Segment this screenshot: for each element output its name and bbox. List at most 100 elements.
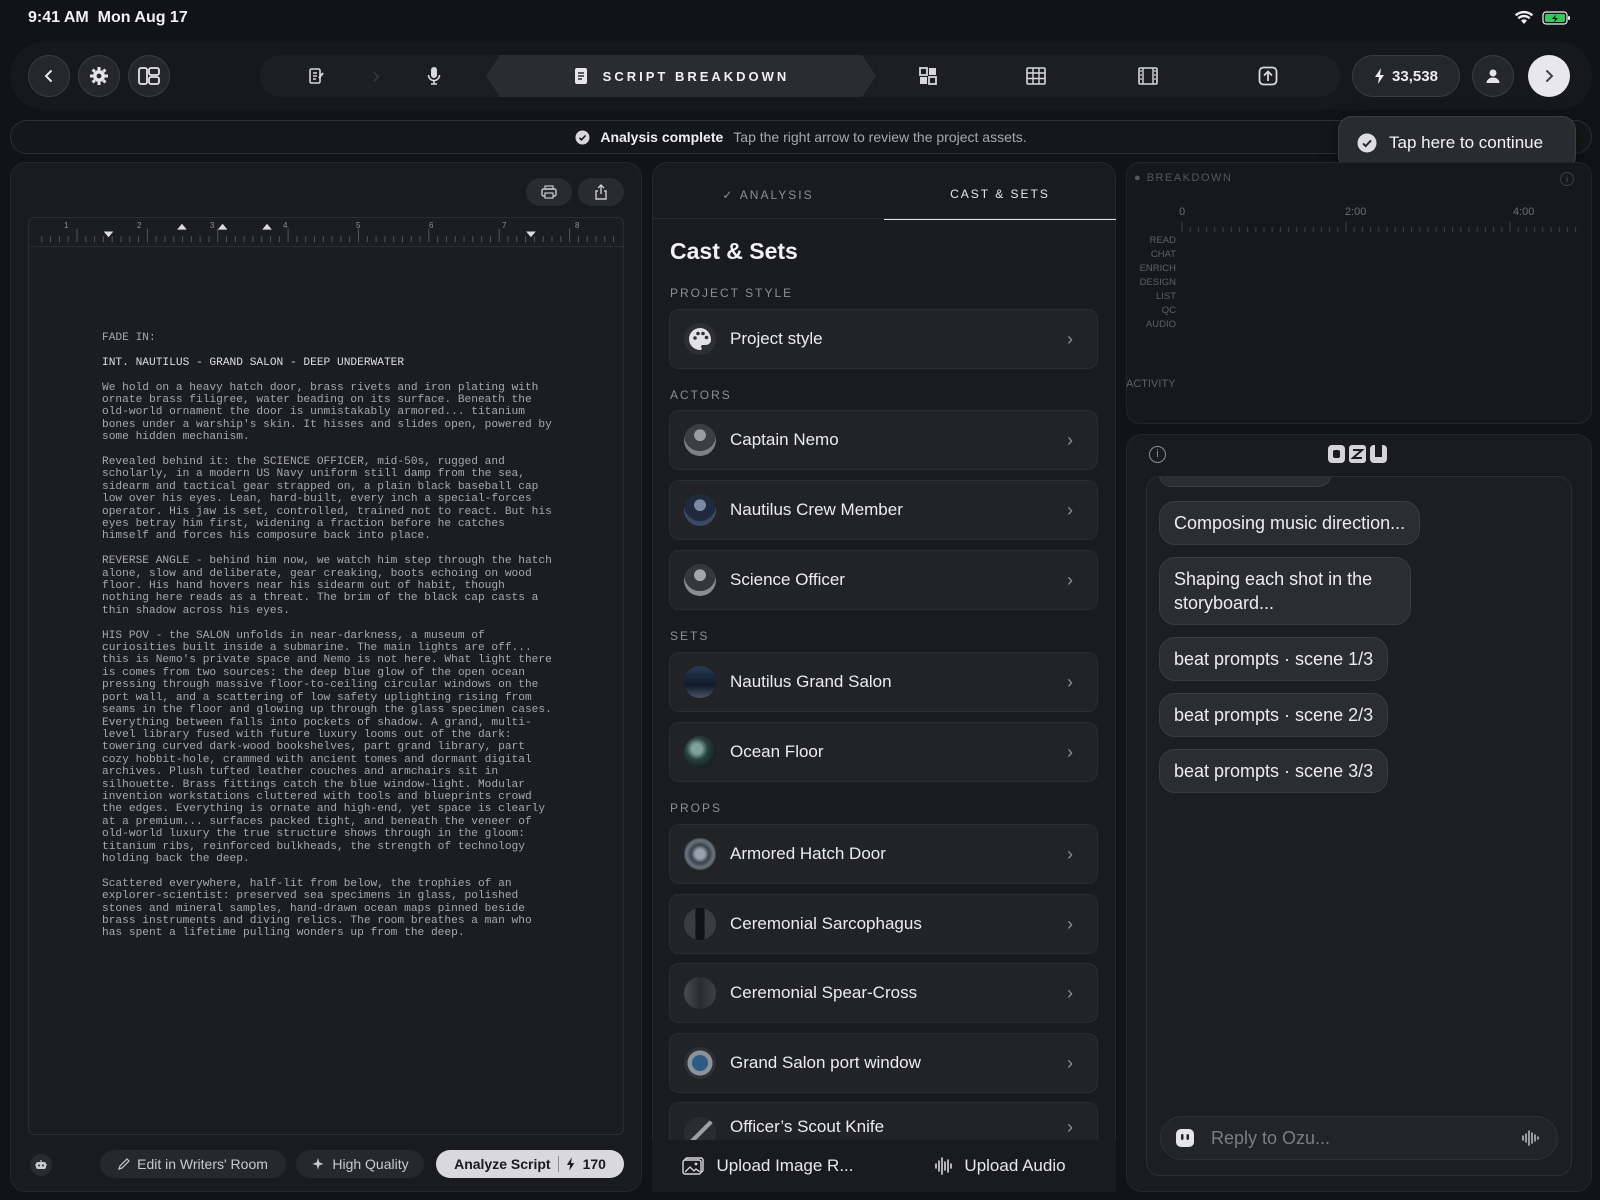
notice-title: Analysis complete xyxy=(600,129,724,145)
list-item-actor[interactable]: Nautilus Crew Member › xyxy=(669,480,1098,540)
track-label: AUDIO xyxy=(1145,319,1176,330)
list-item-set[interactable]: Nautilus Grand Salon › xyxy=(669,652,1098,712)
upload-audio-button[interactable]: Upload Audio xyxy=(884,1156,1116,1176)
credits-badge[interactable]: 33,538 xyxy=(1352,55,1460,97)
notice-message: Tap the right arrow to review the projec… xyxy=(733,129,1027,145)
status-icons xyxy=(1514,10,1572,26)
tab-divider xyxy=(652,218,1116,219)
analyze-cost: 170 xyxy=(582,1156,606,1172)
chevron-right-icon: › xyxy=(1067,328,1073,349)
info-icon[interactable]: i xyxy=(1149,446,1166,463)
list-item-prop[interactable]: Officer’s Scout Knife › xyxy=(669,1102,1098,1142)
profile-button[interactable] xyxy=(1472,55,1514,97)
chat-message: beat prompts · scene 3/3 xyxy=(1159,749,1389,793)
continue-button[interactable] xyxy=(1528,55,1570,97)
check-circle-icon xyxy=(1357,133,1377,153)
assistant-mascot-button[interactable] xyxy=(30,1154,52,1176)
timeline-tick: 0 xyxy=(1179,206,1186,218)
table-icon xyxy=(1026,67,1046,85)
reply-input[interactable]: Reply to Ozu... xyxy=(1160,1116,1558,1160)
lightning-icon xyxy=(566,1157,574,1171)
row-label: Project style xyxy=(730,329,823,348)
analyze-script-button[interactable]: Analyze Script 170 xyxy=(436,1150,624,1178)
reply-placeholder: Reply to Ozu... xyxy=(1211,1127,1331,1148)
pipeline-nav: › SCRIPT BREAKDOWN xyxy=(260,55,1340,97)
stage-script-breakdown[interactable]: SCRIPT BREAKDOWN xyxy=(486,55,876,97)
film-icon xyxy=(1138,67,1158,85)
printer-icon xyxy=(541,185,557,199)
battery-icon xyxy=(1542,11,1570,25)
script-action: REVERSE ANGLE - behind him now, we watch… xyxy=(102,555,552,617)
quality-label: High Quality xyxy=(332,1156,409,1172)
actor-avatar xyxy=(684,494,716,526)
section-actors: ACTORS xyxy=(670,388,732,402)
upload-image-button[interactable]: Upload Image R... xyxy=(652,1156,884,1176)
microphone-icon xyxy=(427,67,441,85)
list-item-prop[interactable]: Armored Hatch Door › xyxy=(669,824,1098,884)
actor-avatar xyxy=(684,564,716,596)
script-action: Scattered everywhere, half-lit from belo… xyxy=(102,877,532,940)
section-props: PROPS xyxy=(670,801,723,815)
chat-thread[interactable]: Composing music direction... Shaping eac… xyxy=(1146,476,1572,1176)
user-icon xyxy=(1486,69,1500,83)
set-thumbnail xyxy=(684,736,716,768)
grid-assets-icon xyxy=(919,67,937,85)
check-icon: ✓ xyxy=(722,188,740,202)
edit-writers-room-button[interactable]: Edit in Writers' Room xyxy=(100,1150,286,1178)
ruler-number: 4 xyxy=(283,221,288,230)
list-item-prop[interactable]: Ceremonial Spear-Cross › xyxy=(669,963,1098,1023)
list-item-actor[interactable]: Captain Nemo › xyxy=(669,410,1098,470)
row-label: Officer’s Scout Knife xyxy=(730,1117,885,1136)
set-thumbnail xyxy=(684,666,716,698)
ruler-number: 2 xyxy=(137,221,142,230)
script-body[interactable]: FADE IN: INT. NAUTILUS - GRAND SALON - D… xyxy=(102,332,552,952)
tab-analysis-label: ANALYSIS xyxy=(739,188,814,202)
share-button[interactable] xyxy=(578,178,624,206)
voice-input-icon[interactable] xyxy=(1521,1129,1541,1147)
ozu-face-icon xyxy=(1176,1129,1194,1147)
back-button[interactable] xyxy=(28,55,70,97)
chevron-right-icon xyxy=(1546,70,1554,82)
info-icon[interactable]: i xyxy=(1560,172,1574,186)
stage-table[interactable] xyxy=(980,55,1092,97)
track-label: CHAT xyxy=(1150,249,1176,260)
section-project-style: PROJECT STYLE xyxy=(670,286,794,300)
prop-thumbnail xyxy=(684,977,716,1009)
list-item-project-style[interactable]: Project style › xyxy=(669,309,1098,369)
chevron-right-icon: › xyxy=(1067,1117,1073,1137)
prop-thumbnail xyxy=(684,1047,716,1079)
chat-message: Shaping each shot in the storyboard... xyxy=(1159,557,1411,625)
track-label: DESIGN xyxy=(1139,277,1176,288)
settings-button[interactable] xyxy=(78,55,120,97)
chevron-right-icon: › xyxy=(1067,843,1073,864)
stage-export[interactable] xyxy=(1204,55,1332,97)
image-upload-icon xyxy=(682,1157,705,1175)
stage-write[interactable] xyxy=(260,55,372,97)
gear-icon xyxy=(90,67,108,85)
tab-cast-sets[interactable]: CAST & SETS xyxy=(884,170,1116,220)
list-item-prop[interactable]: Grand Salon port window › xyxy=(669,1033,1098,1093)
pipeline-separator: › xyxy=(372,62,380,89)
tab-analysis[interactable]: ✓ ANALYSIS xyxy=(652,170,884,220)
ruler-number: 7 xyxy=(502,221,507,230)
high-quality-toggle[interactable]: High Quality xyxy=(296,1150,424,1178)
chevron-left-icon xyxy=(44,70,52,82)
stage-assets[interactable] xyxy=(876,55,980,97)
list-item-prop[interactable]: Ceremonial Sarcophagus › xyxy=(669,894,1098,954)
robot-icon xyxy=(35,1160,47,1169)
stage-storyboard[interactable] xyxy=(1092,55,1204,97)
breakdown-title: ● BREAKDOWN xyxy=(1134,172,1233,184)
print-button[interactable] xyxy=(526,178,572,206)
ruler-number: 6 xyxy=(429,221,434,230)
layout-icon xyxy=(138,67,160,85)
list-item-actor[interactable]: Science Officer › xyxy=(669,550,1098,610)
analyze-label: Analyze Script xyxy=(454,1156,551,1172)
row-label: Captain Nemo xyxy=(730,430,839,449)
chat-bubble-partial xyxy=(1159,477,1331,487)
tooltip-text: Tap here to continue xyxy=(1389,133,1544,152)
timeline-tick: 2:00 xyxy=(1345,206,1367,218)
layout-toggle-button[interactable] xyxy=(128,55,170,97)
stage-voice[interactable] xyxy=(382,55,486,97)
list-item-set[interactable]: Ocean Floor › xyxy=(669,722,1098,782)
credits-count: 33,538 xyxy=(1392,67,1438,85)
